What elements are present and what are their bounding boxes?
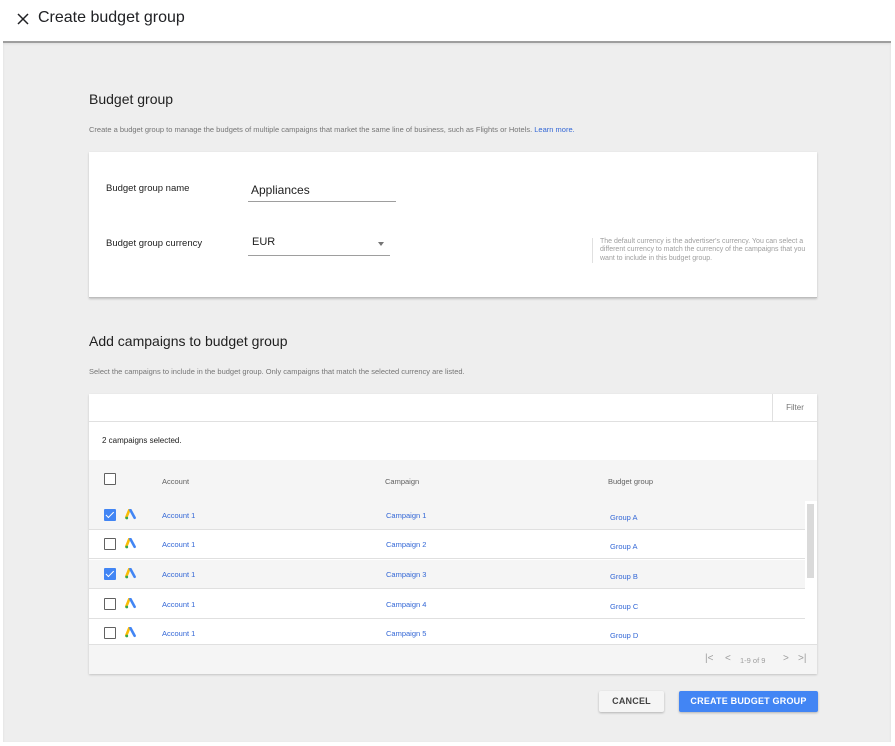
row-checkbox[interactable] xyxy=(104,598,116,610)
close-icon xyxy=(17,13,29,25)
account-link[interactable]: Account 1 xyxy=(162,600,195,609)
budget-group-link[interactable]: Group C xyxy=(610,602,638,611)
campaign-link[interactable]: Campaign 5 xyxy=(386,629,426,638)
google-ads-icon xyxy=(125,598,136,609)
create-budget-group-button[interactable]: CREATE BUDGET GROUP xyxy=(679,691,818,712)
table-header: Account Campaign Budget group xyxy=(89,460,817,501)
first-page-icon[interactable]: |< xyxy=(705,653,713,664)
campaigns-table: Filter 2 campaigns selected. Account Cam… xyxy=(89,394,817,674)
budget-group-name-label: Budget group name xyxy=(106,183,190,194)
account-link[interactable]: Account 1 xyxy=(162,511,195,520)
filter-bar: Filter xyxy=(89,394,817,422)
account-link[interactable]: Account 1 xyxy=(162,570,195,579)
selected-count: 2 campaigns selected. xyxy=(102,436,182,445)
last-page-icon[interactable]: >| xyxy=(798,653,806,664)
select-all-checkbox[interactable] xyxy=(104,473,116,485)
table-scrollbar[interactable] xyxy=(807,504,814,578)
budget-group-link[interactable]: Group A xyxy=(610,513,638,522)
add-campaigns-heading: Add campaigns to budget group xyxy=(89,333,288,349)
table-row[interactable]: Account 1 Campaign 2 Group A xyxy=(89,530,805,559)
currency-select-value: EUR xyxy=(252,236,276,248)
column-header-campaign[interactable]: Campaign xyxy=(385,477,419,486)
top-bar: Create budget group xyxy=(0,0,895,41)
pagination-range: 1-9 of 9 xyxy=(740,656,766,665)
budget-group-form-card: Budget group name Budget group currency … xyxy=(89,152,817,298)
budget-group-description: Create a budget group to manage the budg… xyxy=(89,125,575,134)
close-button[interactable] xyxy=(15,11,31,27)
budget-group-link[interactable]: Group D xyxy=(610,631,638,640)
dropdown-arrow-icon xyxy=(378,242,384,246)
page-title: Create budget group xyxy=(38,9,185,26)
google-ads-icon xyxy=(125,627,136,638)
learn-more-link[interactable]: Learn more. xyxy=(534,125,574,134)
previous-page-icon[interactable]: < xyxy=(725,653,731,664)
account-link[interactable]: Account 1 xyxy=(162,629,195,638)
budget-group-description-text: Create a budget group to manage the budg… xyxy=(89,125,533,134)
campaign-link[interactable]: Campaign 4 xyxy=(386,600,426,609)
row-checkbox[interactable] xyxy=(104,509,116,521)
table-row[interactable]: Account 1 Campaign 1 Group A xyxy=(89,501,805,530)
row-checkbox[interactable] xyxy=(104,538,116,550)
cancel-button[interactable]: CANCEL xyxy=(599,691,664,712)
main-content: Budget group Create a budget group to ma… xyxy=(3,41,891,742)
currency-helper-text: The default currency is the advertiser's… xyxy=(592,238,816,264)
budget-group-name-input[interactable] xyxy=(248,178,396,202)
google-ads-icon xyxy=(125,538,136,549)
next-page-icon[interactable]: > xyxy=(783,653,789,664)
row-checkbox[interactable] xyxy=(104,627,116,639)
column-header-budget-group[interactable]: Budget group xyxy=(608,477,653,486)
filter-button[interactable]: Filter xyxy=(772,394,817,422)
budget-group-heading: Budget group xyxy=(89,91,174,107)
budget-group-link[interactable]: Group B xyxy=(610,572,638,581)
table-row[interactable]: Account 1 Campaign 3 Group B xyxy=(89,560,805,589)
campaign-link[interactable]: Campaign 2 xyxy=(386,540,426,549)
add-campaigns-description: Select the campaigns to include in the b… xyxy=(89,367,465,376)
column-header-account[interactable]: Account xyxy=(162,477,189,486)
currency-select[interactable]: EUR xyxy=(248,232,390,256)
table-row[interactable]: Account 1 Campaign 4 Group C xyxy=(89,590,805,619)
row-checkbox[interactable] xyxy=(104,568,116,580)
account-link[interactable]: Account 1 xyxy=(162,540,195,549)
budget-group-link[interactable]: Group A xyxy=(610,542,638,551)
google-ads-icon xyxy=(125,509,136,520)
google-ads-icon xyxy=(125,568,136,579)
campaign-link[interactable]: Campaign 3 xyxy=(386,570,426,579)
pagination: |< < 1-9 of 9 > >| xyxy=(89,644,817,674)
campaign-link[interactable]: Campaign 1 xyxy=(386,511,426,520)
budget-group-currency-label: Budget group currency xyxy=(106,238,203,249)
